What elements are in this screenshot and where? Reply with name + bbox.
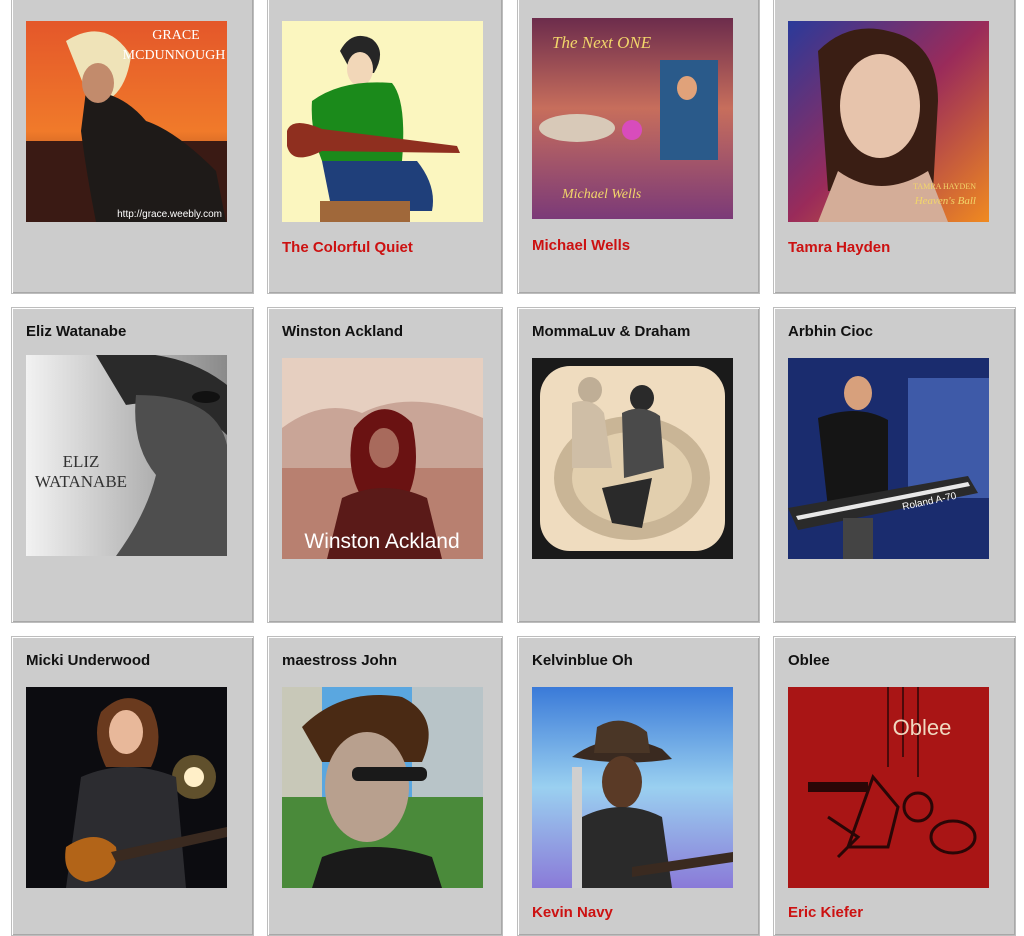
album-link[interactable]: Eric Kiefer	[788, 904, 863, 921]
album-link[interactable]: The Colorful Quiet	[282, 239, 413, 256]
cover-caption: Oblee	[893, 715, 952, 740]
artist-card: maestross John	[267, 636, 503, 936]
album-cover-art: GRACE MCDUNNOUGH http://grace.weebly.com	[26, 21, 227, 222]
album-cover-art: TAMRA HAYDEN Heaven's Ball	[788, 21, 989, 222]
artist-name: Oblee	[788, 652, 830, 669]
album-cover-art	[282, 687, 483, 888]
album-cover-art: Roland A-70	[788, 358, 989, 559]
artist-card: Kelvinblue Oh Kevin Navy	[517, 636, 760, 936]
artist-card: The Colorful Quiet	[267, 0, 503, 294]
artist-card: Arbhin Cioc Roland A-70	[773, 307, 1016, 623]
artist-name: maestross John	[282, 652, 398, 669]
album-cover-kelvinblue[interactable]	[532, 687, 733, 888]
artist-name: Arbhin Cioc	[788, 323, 873, 340]
album-cover-art: ELIZ WATANABE	[26, 355, 227, 556]
album-cover-micki[interactable]	[26, 687, 227, 888]
album-cover-colorful-quiet[interactable]	[282, 21, 483, 222]
cover-caption: Winston Ackland	[304, 530, 459, 553]
artist-name: Winston Ackland	[282, 323, 403, 340]
album-cover-maestross[interactable]	[282, 687, 483, 888]
album-cover-eliz[interactable]: ELIZ WATANABE	[26, 355, 227, 556]
album-cover-art	[26, 687, 227, 888]
cover-caption: WATANABE	[35, 472, 127, 491]
artist-card: GRACE MCDUNNOUGH http://grace.weebly.com	[11, 0, 254, 294]
cover-signature: Michael Wells	[561, 187, 642, 202]
album-cover-art	[282, 21, 483, 222]
artist-name: Micki Underwood	[26, 652, 151, 669]
artist-name: Kelvinblue Oh	[532, 652, 633, 669]
artist-card: MommaLuv & Draham	[517, 307, 760, 623]
artist-card: Eliz Watanabe ELIZ WATANABE	[11, 307, 254, 623]
cover-caption: ELIZ	[63, 452, 100, 471]
album-cover-next-one[interactable]: The Next ONE Michael Wells	[532, 18, 733, 219]
cover-url: http://grace.weebly.com	[117, 209, 222, 220]
artist-card: Micki Underwood	[11, 636, 254, 936]
cover-caption: TAMRA HAYDEN	[913, 182, 976, 191]
album-cover-tamra[interactable]: TAMRA HAYDEN Heaven's Ball	[788, 21, 989, 222]
album-cover-oblee[interactable]: Oblee	[788, 687, 989, 888]
artist-name: Eliz Watanabe	[26, 323, 127, 340]
album-cover-grace[interactable]: GRACE MCDUNNOUGH http://grace.weebly.com	[26, 21, 227, 222]
album-cover-art	[532, 358, 733, 559]
artist-card: The Next ONE Michael Wells Michael Wells	[517, 0, 760, 294]
album-cover-art: The Next ONE Michael Wells	[532, 18, 733, 219]
artist-card: Winston Ackland Winston Ackland	[267, 307, 503, 623]
cover-caption: The Next ONE	[552, 33, 652, 52]
artist-card: TAMRA HAYDEN Heaven's Ball Tamra Hayden	[773, 0, 1016, 294]
album-cover-mommaluv[interactable]	[532, 358, 733, 559]
cover-caption: Heaven's Ball	[914, 195, 976, 207]
album-link[interactable]: Tamra Hayden	[788, 239, 890, 256]
artist-name: MommaLuv & Draham	[532, 323, 691, 340]
cover-caption: MCDUNNOUGH	[123, 48, 226, 63]
cover-caption: GRACE	[152, 28, 199, 43]
album-cover-art	[532, 687, 733, 888]
album-link[interactable]: Kevin Navy	[532, 904, 613, 921]
album-link[interactable]: Michael Wells	[532, 237, 630, 254]
album-cover-art: Oblee	[788, 687, 989, 888]
album-cover-winston[interactable]: Winston Ackland	[282, 358, 483, 559]
album-cover-art: Winston Ackland	[282, 358, 483, 559]
artist-card: Oblee Oblee Eric Kiefer	[773, 636, 1016, 936]
album-cover-arbhin[interactable]: Roland A-70	[788, 358, 989, 559]
